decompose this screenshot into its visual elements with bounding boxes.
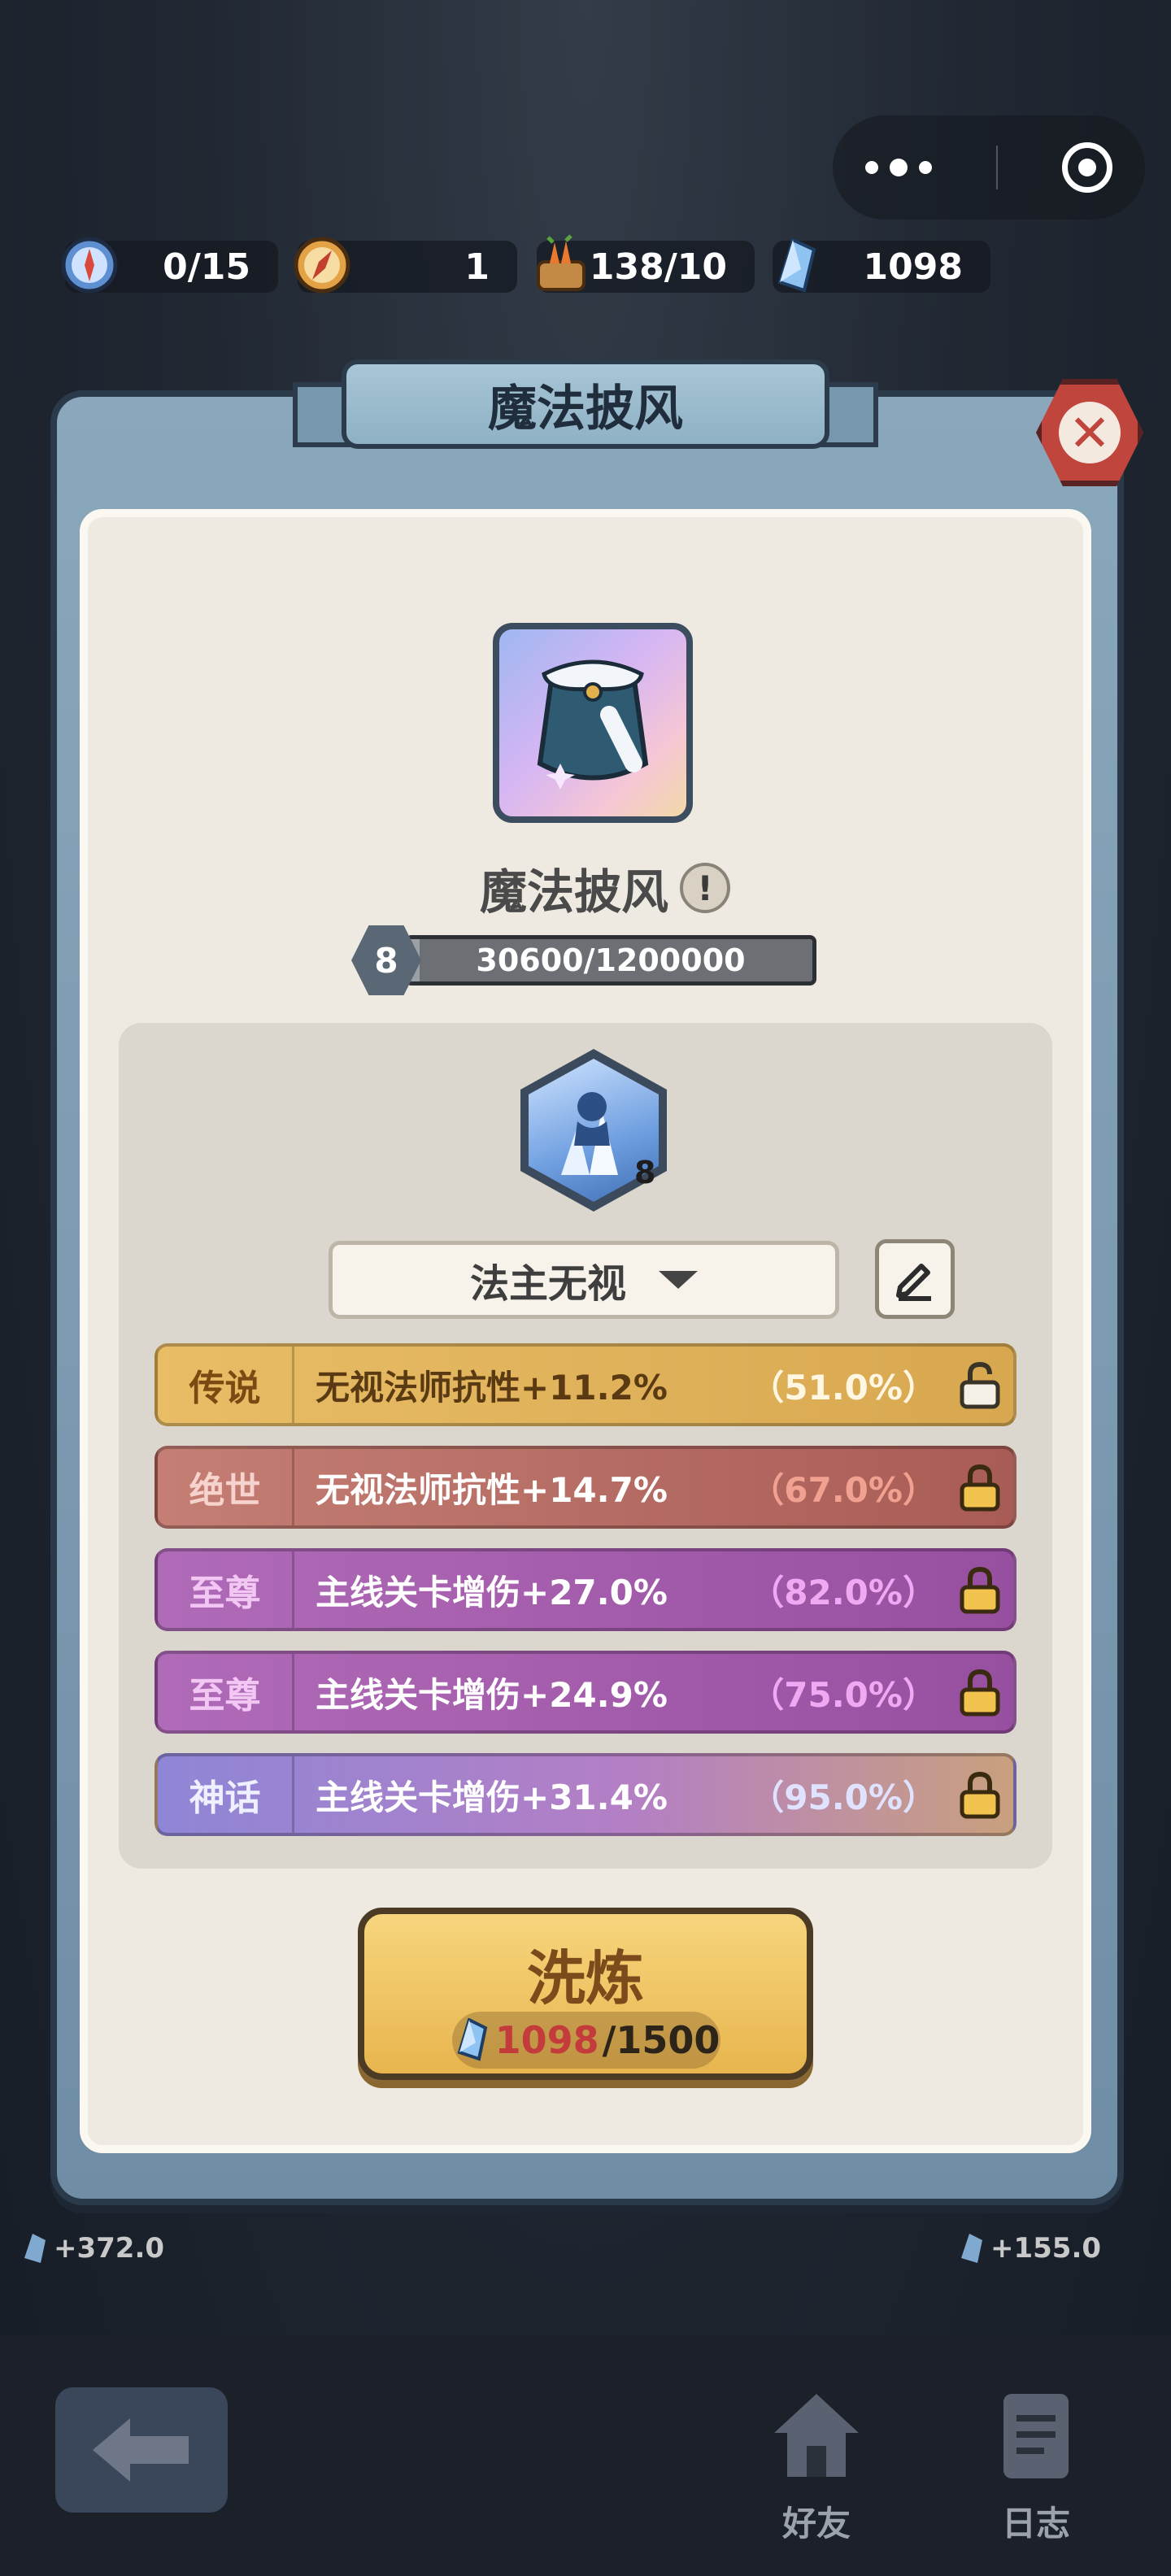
refine-cost: 1098 /1500 <box>452 2012 720 2069</box>
refine-cost-current: 1098 <box>494 2018 599 2062</box>
attribute-desc: 主线关卡增伤+31.4% <box>316 1777 668 1817</box>
capsule-divider <box>995 146 998 189</box>
lock-icon[interactable] <box>947 1654 1013 1730</box>
refine-button[interactable]: 洗炼 1098 /1500 <box>358 1908 813 2080</box>
resource-crystal: 1098 <box>773 237 990 296</box>
compass-icon <box>57 233 122 298</box>
chevron-down-icon <box>659 1271 698 1289</box>
refine-cost-required: /1500 <box>602 2018 720 2062</box>
dialog-title: 魔法披风 <box>342 359 829 449</box>
attribute-tier: 传说 <box>158 1347 294 1423</box>
attribute-row-2: 绝世 无视法师抗性+14.7% （67.0%） <box>155 1446 1016 1529</box>
document-icon <box>1003 2394 1069 2478</box>
refine-button-label: 洗炼 <box>526 1944 644 2012</box>
carrot-basket-icon <box>529 233 594 298</box>
attribute-row-5: 神话 主线关卡增伤+31.4% （95.0%） <box>155 1753 1016 1836</box>
back-button[interactable] <box>55 2387 228 2513</box>
attribute-row-3: 至尊 主线关卡增伤+27.0% （82.0%） <box>155 1548 1016 1631</box>
attribute-desc: 主线关卡增伤+27.0% <box>316 1572 668 1612</box>
unlock-icon[interactable] <box>947 1347 1013 1423</box>
crystal-icon <box>961 2234 982 2263</box>
attribute-row-4: 至尊 主线关卡增伤+24.9% （75.0%） <box>155 1651 1016 1734</box>
more-menu-button[interactable] <box>864 159 932 176</box>
crystal-icon <box>764 233 829 298</box>
background-stat-left-value: +372.0 <box>54 2232 165 2265</box>
attribute-desc: 主线关卡增伤+24.9% <box>316 1674 668 1715</box>
nav-friends[interactable]: 好友 <box>751 2389 882 2546</box>
resource-compass: 0/15 <box>61 237 278 296</box>
crystal-icon <box>457 2018 487 2061</box>
xp-bar: 30600/1200000 <box>405 935 816 986</box>
golden-compass-icon <box>289 233 355 298</box>
background-stat-right: +155.0 <box>956 2228 1101 2269</box>
resource-golden-compass: 1 <box>294 237 517 296</box>
background-stat-left: +372.0 <box>20 2228 164 2269</box>
lock-icon[interactable] <box>947 1551 1013 1628</box>
attribute-percent: （67.0%） <box>750 1469 937 1510</box>
skill-select-dropdown[interactable]: 法主无视 <box>329 1241 839 1319</box>
lock-icon[interactable] <box>947 1756 1013 1833</box>
item-name-row: 魔法披风 ! <box>480 855 731 920</box>
attribute-row-1: 传说 无视法师抗性+11.2% （51.0%） <box>155 1343 1016 1426</box>
crystal-icon <box>24 2234 46 2263</box>
xp-text: 30600/1200000 <box>476 942 746 978</box>
lock-icon[interactable] <box>947 1449 1013 1525</box>
info-icon[interactable]: ! <box>680 863 731 913</box>
attribute-tier: 神话 <box>158 1756 294 1833</box>
attribute-desc: 无视法师抗性+14.7% <box>316 1469 668 1510</box>
attribute-desc: 无视法师抗性+11.2% <box>316 1367 668 1408</box>
cape-item-icon <box>493 623 693 823</box>
attribute-percent: （51.0%） <box>750 1367 937 1408</box>
nav-log[interactable]: 日志 <box>971 2389 1101 2546</box>
close-icon[interactable]: ✕ <box>1036 379 1143 486</box>
nav-log-label: 日志 <box>1001 2504 1070 2543</box>
edit-button[interactable] <box>875 1239 955 1319</box>
miniprogram-capsule <box>833 115 1145 220</box>
arrow-left-icon <box>93 2418 189 2482</box>
attribute-tier: 至尊 <box>158 1654 294 1730</box>
skill-level: 8 <box>634 1155 656 1190</box>
attribute-tier: 绝世 <box>158 1449 294 1525</box>
nav-friends-label: 好友 <box>781 2504 851 2543</box>
house-icon <box>774 2394 859 2477</box>
attribute-percent: （75.0%） <box>750 1674 937 1715</box>
close-miniprogram-button[interactable] <box>1062 142 1113 193</box>
attribute-tier: 至尊 <box>158 1551 294 1628</box>
item-name: 魔法披风 <box>480 864 669 920</box>
background-stat-right-value: +155.0 <box>990 2232 1102 2265</box>
skill-select-value: 法主无视 <box>469 1261 626 1307</box>
pencil-icon <box>896 1264 931 1301</box>
attribute-percent: （95.0%） <box>750 1777 937 1817</box>
attribute-percent: （82.0%） <box>750 1572 937 1612</box>
resource-carrot-basket: 138/10 <box>537 234 755 296</box>
